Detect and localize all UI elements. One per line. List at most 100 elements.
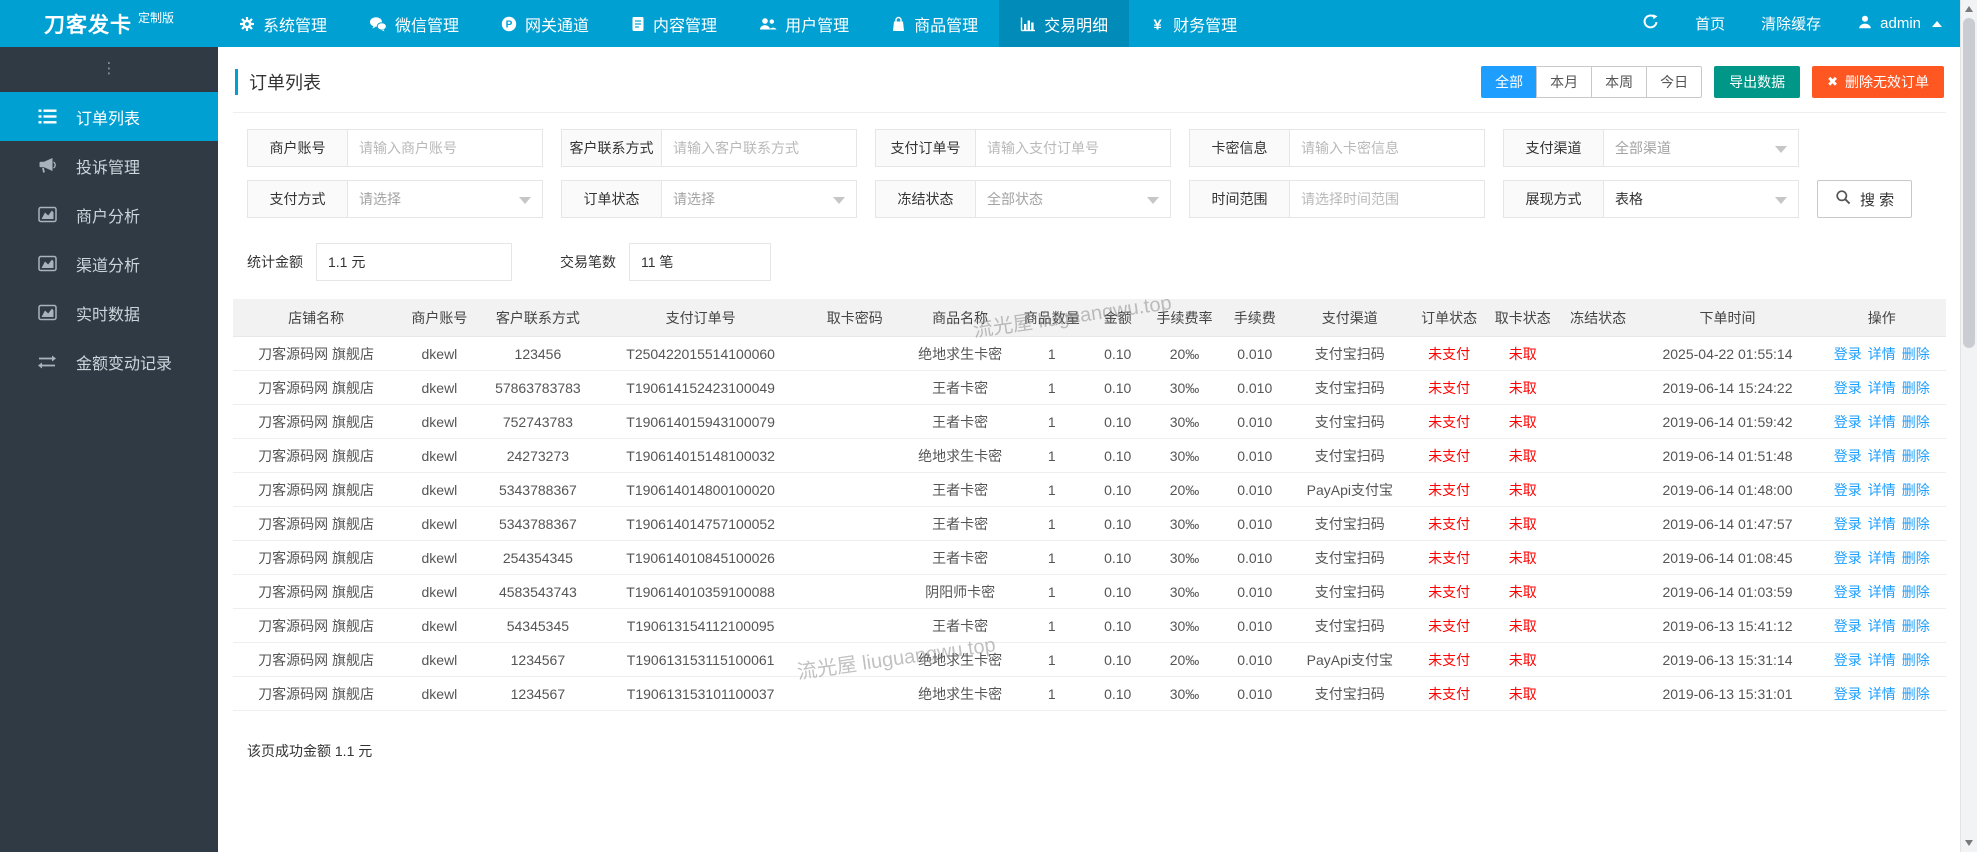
action-details-link[interactable]: 详情 (1868, 584, 1896, 600)
action-login-link[interactable]: 登录 (1834, 584, 1862, 600)
action-details-link[interactable]: 详情 (1868, 380, 1896, 396)
cell-time: 2019-06-13 15:41:12 (1637, 608, 1818, 643)
action-delete-link[interactable]: 删除 (1902, 550, 1930, 566)
cell-qty: 1 (1015, 642, 1088, 677)
action-login-link[interactable]: 登录 (1834, 618, 1862, 634)
header-actions: 全部 本月 本周 今日 导出数据 ✖ 删除无效订单 (1481, 66, 1944, 98)
vertical-scrollbar[interactable] (1960, 0, 1977, 852)
cell-order-status: 未支付 (1411, 676, 1487, 711)
action-login-link[interactable]: 登录 (1834, 380, 1862, 396)
app-logo: 刀客发卡 定制版 (0, 0, 218, 47)
filter-payment-method-select[interactable]: 请选择 (347, 180, 543, 218)
nav-item-users[interactable]: 用户管理 (738, 0, 870, 47)
action-login-link[interactable]: 登录 (1834, 686, 1862, 702)
cell-shop: 刀客源码网 旗舰店 (233, 642, 400, 677)
action-details-link[interactable]: 详情 (1868, 652, 1896, 668)
total-amount-value[interactable]: 1.1 元 (316, 243, 512, 281)
export-data-button[interactable]: 导出数据 (1714, 66, 1801, 98)
sidebar-item-channel-analysis[interactable]: 渠道分析 (0, 239, 218, 288)
cell-actions: 登录 详情 删除 (1817, 574, 1946, 609)
cell-shop: 刀客源码网 旗舰店 (233, 540, 400, 575)
user-menu[interactable]: admin (1839, 0, 1960, 47)
action-details-link[interactable]: 详情 (1868, 482, 1896, 498)
action-details-link[interactable]: 详情 (1868, 516, 1896, 532)
total-amount-label: 统计金额 (247, 254, 303, 270)
nav-item-gateway[interactable]: P 网关通道 (480, 0, 610, 47)
sidebar-item-amount-records[interactable]: 金额变动记录 (0, 337, 218, 386)
sidebar-item-order-list[interactable]: 订单列表 (0, 92, 218, 141)
action-details-link[interactable]: 详情 (1868, 414, 1896, 430)
cell-product: 绝地求生卡密 (904, 676, 1016, 711)
action-login-link[interactable]: 登录 (1834, 448, 1862, 464)
cell-card-status: 未取 (1486, 574, 1559, 609)
sidebar-item-realtime-data[interactable]: 实时数据 (0, 288, 218, 337)
cell-time: 2019-06-14 01:51:48 (1637, 438, 1818, 473)
action-details-link[interactable]: 详情 (1868, 448, 1896, 464)
filter-payment-channel-select[interactable]: 全部渠道 (1603, 129, 1799, 167)
action-delete-link[interactable]: 删除 (1902, 380, 1930, 396)
filter-freeze-status-select[interactable]: 全部状态 (975, 180, 1171, 218)
nav-item-wechat[interactable]: 微信管理 (348, 0, 480, 47)
scrollbar-down-arrow-icon[interactable] (1965, 840, 1973, 846)
filter-card-info-input[interactable] (1289, 129, 1485, 167)
filter-order-status-select[interactable]: 请选择 (661, 180, 857, 218)
table-row: 刀客源码网 旗舰店 dkewl 123456 T250422015514100060 绝… (233, 336, 1946, 371)
nav-item-finance[interactable]: ¥ 财务管理 (1129, 0, 1258, 47)
cell-shop: 刀客源码网 旗舰店 (233, 472, 400, 507)
action-delete-link[interactable]: 删除 (1902, 448, 1930, 464)
clear-cache-link[interactable]: 清除缓存 (1743, 0, 1839, 47)
action-delete-link[interactable]: 删除 (1902, 482, 1930, 498)
range-tab-month[interactable]: 本月 (1536, 66, 1593, 98)
nav-item-trade[interactable]: 交易明细 (999, 0, 1130, 47)
home-link-label: 首页 (1695, 16, 1726, 33)
action-login-link[interactable]: 登录 (1834, 482, 1862, 498)
action-login-link[interactable]: 登录 (1834, 550, 1862, 566)
action-login-link[interactable]: 登录 (1834, 414, 1862, 430)
nav-item-system[interactable]: 系统管理 (218, 0, 348, 47)
action-delete-link[interactable]: 删除 (1902, 414, 1930, 430)
home-link[interactable]: 首页 (1677, 0, 1743, 47)
filter-payment-order-no: 支付订单号 (875, 129, 1171, 167)
delete-invalid-orders-button[interactable]: ✖ 删除无效订单 (1812, 66, 1944, 98)
filter-time-range-input[interactable] (1289, 180, 1485, 218)
sidebar-item-complaints[interactable]: 投诉管理 (0, 141, 218, 190)
action-details-link[interactable]: 详情 (1868, 686, 1896, 702)
cell-freeze-status (1558, 472, 1638, 507)
action-delete-link[interactable]: 删除 (1902, 346, 1930, 362)
action-delete-link[interactable]: 删除 (1902, 686, 1930, 702)
action-delete-link[interactable]: 删除 (1902, 618, 1930, 634)
action-login-link[interactable]: 登录 (1834, 516, 1862, 532)
nav-item-content[interactable]: 内容管理 (610, 0, 738, 47)
gateway-p-icon: P (501, 16, 517, 32)
sidebar-collapse-handle[interactable]: ⋮ (0, 47, 218, 92)
filter-customer-contact-input[interactable] (661, 129, 857, 167)
filter-merchant-account-input[interactable] (347, 129, 543, 167)
cell-fee-rate: 20‰ (1147, 472, 1222, 507)
nav-item-goods[interactable]: 商品管理 (870, 0, 999, 47)
range-tab-all[interactable]: 全部 (1481, 66, 1538, 98)
scrollbar-up-arrow-icon[interactable] (1965, 6, 1973, 12)
range-tab-today[interactable]: 今日 (1646, 66, 1703, 98)
range-tab-week[interactable]: 本周 (1591, 66, 1648, 98)
refresh-button[interactable] (1624, 0, 1677, 47)
action-delete-link[interactable]: 删除 (1902, 516, 1930, 532)
table-row: 刀客源码网 旗舰店 dkewl 5343788367 T190614014757100… (233, 506, 1946, 541)
action-login-link[interactable]: 登录 (1834, 346, 1862, 362)
transaction-count-value[interactable]: 11 笔 (629, 243, 771, 281)
cell-card-status: 未取 (1486, 438, 1559, 473)
action-details-link[interactable]: 详情 (1868, 550, 1896, 566)
filter-display-mode-select[interactable]: 表格 (1603, 180, 1799, 218)
scrollbar-thumb[interactable] (1963, 18, 1975, 348)
sidebar-item-merchant-analysis[interactable]: 商户分析 (0, 190, 218, 239)
area-chart-icon (37, 304, 57, 322)
action-delete-link[interactable]: 删除 (1902, 652, 1930, 668)
action-login-link[interactable]: 登录 (1834, 652, 1862, 668)
action-details-link[interactable]: 详情 (1868, 346, 1896, 362)
cell-fee-rate: 20‰ (1147, 642, 1222, 677)
search-button[interactable]: 搜 索 (1817, 180, 1913, 218)
cell-order-no: T190613154112100095 (596, 608, 806, 643)
cell-fee: 0.010 (1221, 404, 1289, 439)
filter-payment-order-no-input[interactable] (975, 129, 1171, 167)
action-delete-link[interactable]: 删除 (1902, 584, 1930, 600)
action-details-link[interactable]: 详情 (1868, 618, 1896, 634)
